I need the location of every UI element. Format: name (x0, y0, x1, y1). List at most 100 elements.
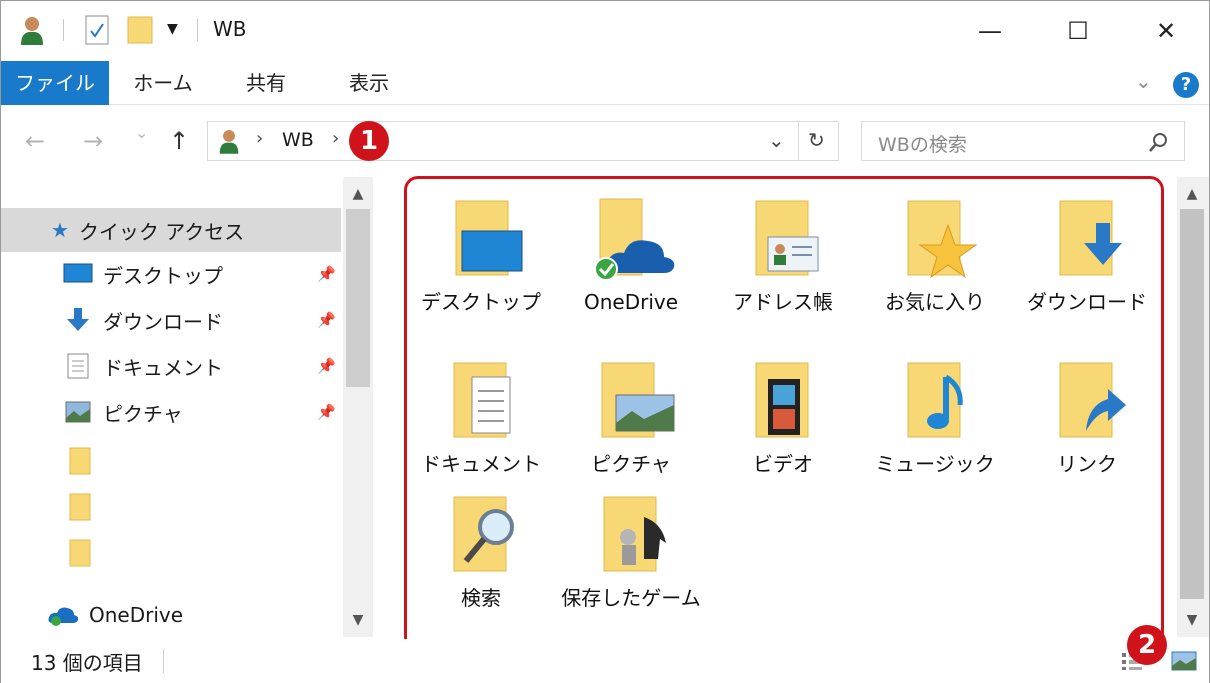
breadcrumb-wb[interactable]: WB (282, 129, 314, 151)
large-icons-view-icon[interactable] (1171, 651, 1197, 671)
close-button[interactable]: ✕ (1122, 1, 1210, 61)
star-icon: ★ (51, 218, 69, 242)
document-icon (67, 353, 89, 379)
search-placeholder: WBの検索 (878, 134, 967, 156)
folder-videos[interactable]: ビデオ (713, 359, 853, 509)
sidebar-item-quick-access[interactable]: ★ クイック アクセス (1, 208, 341, 252)
address-separator (798, 122, 799, 160)
folder-onedrive[interactable]: OneDrive (561, 197, 701, 347)
window-title: WB (213, 17, 247, 41)
tab-view[interactable]: 表示 (331, 61, 407, 105)
help-button[interactable]: ? (1173, 72, 1199, 98)
back-button[interactable]: ← (25, 127, 45, 155)
sidebar-item-folder[interactable] (1, 439, 341, 483)
pin-icon[interactable]: 📌 (317, 403, 336, 421)
sidebar-item-label: クイック アクセス (78, 219, 245, 244)
customize-toolbar-icon[interactable]: ▼ (167, 21, 178, 37)
music-folder-icon (907, 362, 963, 438)
status-bar: 13 個の項目 (1, 639, 1209, 683)
minimize-button[interactable]: — (946, 1, 1034, 61)
user-icon (219, 130, 239, 154)
link-folder-icon (1059, 362, 1126, 438)
onedrive-icon (48, 607, 79, 626)
search-box[interactable]: WBの検索 (861, 121, 1185, 161)
scroll-up-arrow[interactable]: ▲ (1177, 179, 1207, 209)
folder-icon (69, 539, 91, 567)
onedrive-folder-icon (594, 198, 675, 281)
sidebar-item-onedrive[interactable]: OneDrive (1, 593, 341, 637)
navigation-pane-scrollbar[interactable]: ▲ ▼ (343, 177, 373, 637)
scroll-down-arrow[interactable]: ▼ (1177, 605, 1207, 635)
folder-music[interactable]: ミュージック (865, 359, 1005, 509)
document-folder-icon (453, 362, 511, 438)
title-bar: ▼ WB — ☐ ✕ (1, 1, 1209, 61)
contacts-folder-icon (755, 200, 819, 276)
user-icon[interactable] (19, 15, 45, 45)
pin-icon[interactable]: 📌 (317, 311, 336, 329)
file-list: デスクトップ OneDrive アドレス帳 お気に入り ダウンロード ドキュメン… (381, 177, 1176, 642)
pin-icon[interactable]: 📌 (317, 265, 336, 283)
sidebar-item-pictures[interactable]: ピクチャ 📌 (1, 390, 341, 434)
breadcrumb-separator[interactable]: › (256, 128, 263, 149)
folder-searches[interactable]: 検索 (411, 493, 551, 643)
folder-pictures[interactable]: ピクチャ (561, 359, 701, 509)
annotation-badge-1: 1 (349, 121, 389, 161)
address-bar[interactable]: › WB › ⌄ ↻ (207, 121, 839, 161)
ribbon-tabs: ファイル ホーム 共有 表示 ⌄ ? (1, 61, 1209, 105)
recent-locations-button[interactable]: ⌄ (135, 123, 148, 142)
scroll-thumb[interactable] (1180, 209, 1204, 599)
sidebar-item-folder[interactable] (1, 531, 341, 575)
sidebar-item-label: ダウンロード (103, 309, 223, 334)
saved-games-folder-icon (603, 496, 666, 572)
tab-file[interactable]: ファイル (1, 61, 109, 105)
forward-button[interactable]: → (83, 127, 103, 155)
pin-icon[interactable]: 📌 (317, 357, 336, 375)
title-separator (197, 19, 198, 41)
picture-folder-icon (601, 362, 675, 438)
new-folder-icon[interactable] (127, 15, 153, 45)
video-folder-icon (755, 362, 809, 438)
refresh-button[interactable]: ↻ (808, 128, 825, 152)
explorer-window: ▼ WB — ☐ ✕ ファイル ホーム 共有 表示 ⌄ ? ← → ⌄ ↑ › … (0, 0, 1210, 683)
navigation-pane: ★ クイック アクセス デスクトップ 📌 ダウンロード 📌 ドキュメント 📌 ピ… (1, 177, 373, 637)
picture-icon (65, 401, 91, 423)
desktop-folder-icon (455, 200, 523, 276)
download-arrow-icon (67, 308, 89, 331)
annotation-badge-2: 2 (1127, 625, 1167, 665)
folder-downloads[interactable]: ダウンロード (1017, 197, 1157, 347)
properties-icon[interactable] (85, 15, 109, 45)
title-separator (63, 19, 64, 41)
folder-contacts[interactable]: アドレス帳 (713, 197, 853, 347)
sidebar-item-folder[interactable] (1, 485, 341, 529)
scroll-down-arrow[interactable]: ▼ (343, 605, 373, 635)
status-separator (163, 649, 164, 673)
sidebar-item-desktop[interactable]: デスクトップ 📌 (1, 252, 341, 296)
sidebar-item-label: OneDrive (89, 603, 184, 627)
scroll-thumb[interactable] (346, 209, 370, 387)
breadcrumb-separator[interactable]: › (332, 128, 339, 149)
folder-icon (69, 493, 91, 521)
sidebar-item-label: デスクトップ (103, 263, 223, 288)
folder-documents[interactable]: ドキュメント (411, 359, 551, 509)
download-folder-icon (1059, 200, 1122, 276)
sidebar-item-label: ピクチャ (103, 401, 183, 426)
folder-icon (69, 447, 91, 475)
folder-desktop[interactable]: デスクトップ (411, 197, 551, 347)
maximize-button[interactable]: ☐ (1034, 1, 1122, 61)
expand-ribbon-icon[interactable]: ⌄ (1135, 69, 1152, 93)
sidebar-item-label: ドキュメント (103, 355, 223, 380)
folder-favorites[interactable]: お気に入り (865, 197, 1005, 347)
scroll-up-arrow[interactable]: ▲ (343, 179, 373, 209)
address-dropdown-button[interactable]: ⌄ (768, 128, 785, 152)
tab-home[interactable]: ホーム (121, 61, 205, 105)
up-button[interactable]: ↑ (169, 127, 189, 155)
folder-links[interactable]: リンク (1017, 359, 1157, 509)
folder-saved-games[interactable]: 保存したゲーム (561, 493, 701, 643)
sidebar-item-downloads[interactable]: ダウンロード 📌 (1, 298, 341, 342)
search-folder-icon (453, 496, 514, 572)
file-list-scrollbar[interactable]: ▲ ▼ (1177, 177, 1209, 637)
sidebar-item-documents[interactable]: ドキュメント 📌 (1, 344, 341, 388)
search-icon[interactable] (1148, 131, 1170, 153)
desktop-icon (63, 263, 93, 283)
tab-share[interactable]: 共有 (231, 61, 301, 105)
